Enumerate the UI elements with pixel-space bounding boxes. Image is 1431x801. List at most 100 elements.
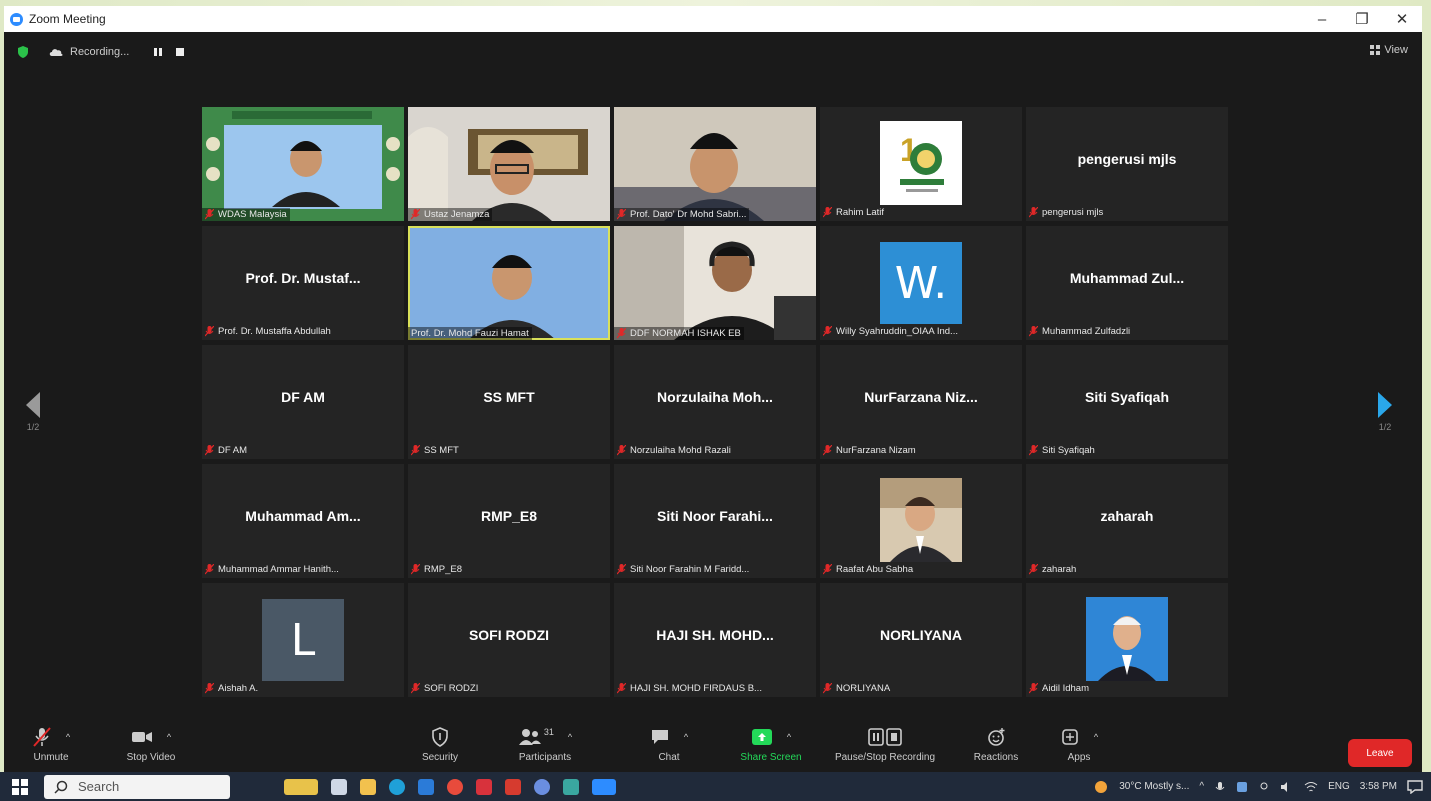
task-view-icon[interactable]	[331, 778, 347, 795]
participant-tile[interactable]: W. Willy Syahruddin_OIAA Ind...	[820, 226, 1022, 340]
next-page-button[interactable]: 1/2	[1376, 390, 1394, 432]
weather-text[interactable]: 30°C Mostly s...	[1119, 781, 1189, 792]
mic-muted-icon	[823, 445, 832, 456]
participant-tile[interactable]: Muhammad Am... Muhammad Ammar Hanith...	[202, 464, 404, 578]
participant-gallery: WDAS Malaysia Ustaz Jenamza Prof. Dato' …	[202, 107, 1228, 697]
participant-tile[interactable]: DDF NORMAH ISHAK EB	[614, 226, 816, 340]
participant-tile[interactable]: NORLIYANA NORLIYANA	[820, 583, 1022, 697]
wifi-icon[interactable]	[1304, 781, 1318, 793]
mic-muted-icon	[617, 328, 626, 339]
chat-button[interactable]: ^ Chat	[614, 724, 724, 763]
leave-button[interactable]: Leave	[1348, 739, 1412, 767]
app-tray-icon[interactable]	[1236, 781, 1248, 793]
edge-browser-icon[interactable]	[389, 778, 405, 795]
clock[interactable]: 3:58 PM	[1360, 781, 1397, 792]
participant-tile[interactable]: RMP_E8 RMP_E8	[408, 464, 610, 578]
participant-name: Prof. Dato' Dr Mohd Sabri...	[630, 209, 747, 220]
windows-start-icon[interactable]	[12, 778, 28, 795]
chevron-up-icon[interactable]: ^	[167, 732, 171, 742]
participant-caption: DDF NORMAH ISHAK EB	[614, 327, 744, 340]
participants-label: Participants	[518, 752, 572, 763]
previous-page-button[interactable]: 1/2	[24, 390, 42, 432]
participants-count: 31	[543, 727, 554, 737]
participant-tile[interactable]: zaharah zaharah	[1026, 464, 1228, 578]
participant-tile[interactable]: 1 Rahim Latif	[820, 107, 1022, 221]
mic-muted-icon	[205, 445, 214, 456]
participant-tile[interactable]: Aidil Idham	[1026, 583, 1228, 697]
participant-tile[interactable]: Muhammad Zul... Muhammad Zulfadzli	[1026, 226, 1228, 340]
participant-name: RMP_E8	[424, 564, 463, 575]
chevron-up-icon[interactable]: ^	[787, 732, 791, 742]
chevron-up-icon[interactable]: ^	[1094, 732, 1098, 742]
participant-tile[interactable]: L Aishah A.	[202, 583, 404, 697]
participants-button[interactable]: 31 ^ Participants	[490, 724, 600, 763]
pause-stop-recording-button[interactable]: Pause/Stop Recording	[830, 724, 940, 763]
participant-tile-active-speaker[interactable]: Prof. Dr. Mohd Fauzi Hamat	[408, 226, 610, 340]
stop-video-button[interactable]: ^ Stop Video	[96, 724, 206, 763]
participant-tile[interactable]: Raafat Abu Sabha	[820, 464, 1022, 578]
view-button[interactable]: View	[1370, 44, 1408, 56]
media-app-icon[interactable]	[476, 778, 492, 795]
maximize-button[interactable]: ❐	[1342, 6, 1382, 32]
app-icon[interactable]	[563, 778, 579, 795]
volume-icon[interactable]	[1280, 781, 1294, 793]
app-icon[interactable]	[534, 778, 550, 795]
apps-button[interactable]: ^ Apps	[1024, 724, 1134, 763]
participant-video	[408, 226, 610, 340]
windows-taskbar: Search 30°C Mostly s... ^ ENG 3:58 PM	[0, 772, 1431, 801]
chevron-up-icon[interactable]: ^	[1199, 781, 1204, 792]
taskbar-search[interactable]: Search	[44, 774, 230, 799]
participant-name: SS MFT	[424, 445, 459, 456]
search-icon	[54, 780, 68, 794]
acrobat-icon[interactable]	[505, 778, 521, 795]
unmute-button[interactable]: ^ Unmute	[4, 724, 106, 763]
chevron-up-icon[interactable]: ^	[684, 732, 688, 742]
stop-recording-icon[interactable]	[173, 45, 187, 59]
participant-caption: pengerusi mjls	[1029, 207, 1225, 218]
participant-tile[interactable]: Ustaz Jenamza	[408, 107, 610, 221]
zoom-taskbar-icon[interactable]	[592, 778, 616, 795]
apps-icon	[1062, 729, 1078, 745]
participant-tile[interactable]: WDAS Malaysia	[202, 107, 404, 221]
chevron-up-icon[interactable]: ^	[66, 732, 70, 742]
share-screen-button[interactable]: ^ Share Screen	[716, 724, 826, 763]
grid-view-icon	[1370, 45, 1381, 55]
participant-tile[interactable]: Prof. Dr. Mustaf... Prof. Dr. Mustaffa A…	[202, 226, 404, 340]
participant-caption: Siti Syafiqah	[1029, 445, 1225, 456]
participant-name: Prof. Dr. Mohd Fauzi Hamat	[411, 328, 529, 339]
participant-tile[interactable]: HAJI SH. MOHD... HAJI SH. MOHD FIRDAUS B…	[614, 583, 816, 697]
mic-muted-icon	[1029, 564, 1038, 575]
participant-tile[interactable]: Siti Noor Farahi... Siti Noor Farahin M …	[614, 464, 816, 578]
mic-muted-icon	[617, 564, 626, 575]
participant-tile[interactable]: Prof. Dato' Dr Mohd Sabri...	[614, 107, 816, 221]
participant-tile[interactable]: DF AM DF AM	[202, 345, 404, 459]
chrome-icon[interactable]	[447, 778, 463, 795]
participant-tile[interactable]: Siti Syafiqah Siti Syafiqah	[1026, 345, 1228, 459]
microphone-icon[interactable]	[1214, 781, 1226, 793]
participant-tile[interactable]: SOFI RODZI SOFI RODZI	[408, 583, 610, 697]
participant-tile[interactable]: pengerusi mjls pengerusi mjls	[1026, 107, 1228, 221]
news-widget-icon[interactable]	[284, 778, 318, 795]
participant-display-name: pengerusi mjls	[1077, 151, 1177, 167]
close-button[interactable]: ✕	[1382, 6, 1422, 32]
shield-icon[interactable]	[16, 45, 30, 59]
minimize-button[interactable]: –	[1302, 6, 1342, 32]
page-indicator-right: 1/2	[1378, 422, 1392, 432]
participant-caption: NurFarzana Nizam	[823, 445, 1019, 456]
mail-icon[interactable]	[418, 778, 434, 795]
participant-caption: Aidil Idham	[1029, 683, 1225, 694]
location-icon[interactable]	[1258, 781, 1270, 793]
security-button[interactable]: Security	[385, 724, 495, 763]
participant-tile[interactable]: SS MFT SS MFT	[408, 345, 610, 459]
participant-tile[interactable]: Norzulaiha Moh... Norzulaiha Mohd Razali	[614, 345, 816, 459]
language-indicator[interactable]: ENG	[1328, 781, 1350, 792]
pause-stop-icon	[868, 728, 902, 746]
participant-tile[interactable]: NurFarzana Niz... NurFarzana Nizam	[820, 345, 1022, 459]
participant-display-name: RMP_E8	[480, 508, 538, 524]
notifications-icon[interactable]	[1407, 779, 1423, 794]
pause-recording-icon[interactable]	[151, 45, 165, 59]
participant-name: DDF NORMAH ISHAK EB	[630, 328, 741, 339]
chevron-up-icon[interactable]: ^	[568, 732, 572, 742]
file-explorer-icon[interactable]	[360, 778, 376, 795]
participant-name: Aishah A.	[218, 683, 259, 694]
